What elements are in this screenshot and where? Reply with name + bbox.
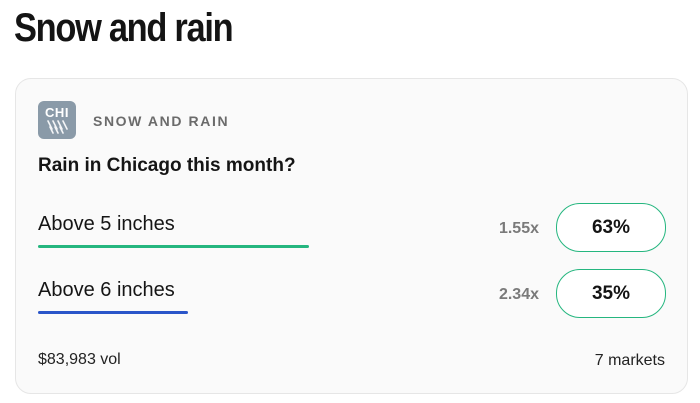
category-label: SNOW AND RAIN [93, 113, 230, 129]
probability-button[interactable]: 63% [556, 203, 666, 252]
market-card[interactable]: CHI SNOW AND RAIN Rain in Chicago this m… [15, 78, 688, 394]
page-title: Snow and rain [14, 6, 234, 50]
market-question[interactable]: Rain in Chicago this month? [38, 155, 296, 177]
markets-count-link[interactable]: 7 markets [595, 352, 665, 370]
outcome-bar [38, 245, 309, 248]
outcome-row[interactable]: Above 5 inches 1.55x 63% [16, 203, 687, 263]
outcome-label[interactable]: Above 6 inches [38, 279, 175, 302]
outcome-label[interactable]: Above 5 inches [38, 213, 175, 236]
outcome-bar [38, 311, 188, 314]
probability-button[interactable]: 35% [556, 269, 666, 318]
city-code: CHI [45, 105, 69, 120]
rain-streaks-icon [47, 120, 68, 134]
outcome-row[interactable]: Above 6 inches 2.34x 35% [16, 269, 687, 329]
volume-text: $83,983 vol [38, 351, 121, 368]
city-icon: CHI [38, 101, 76, 139]
payout-multiplier: 1.55x [498, 220, 539, 237]
payout-multiplier: 2.34x [498, 286, 539, 303]
